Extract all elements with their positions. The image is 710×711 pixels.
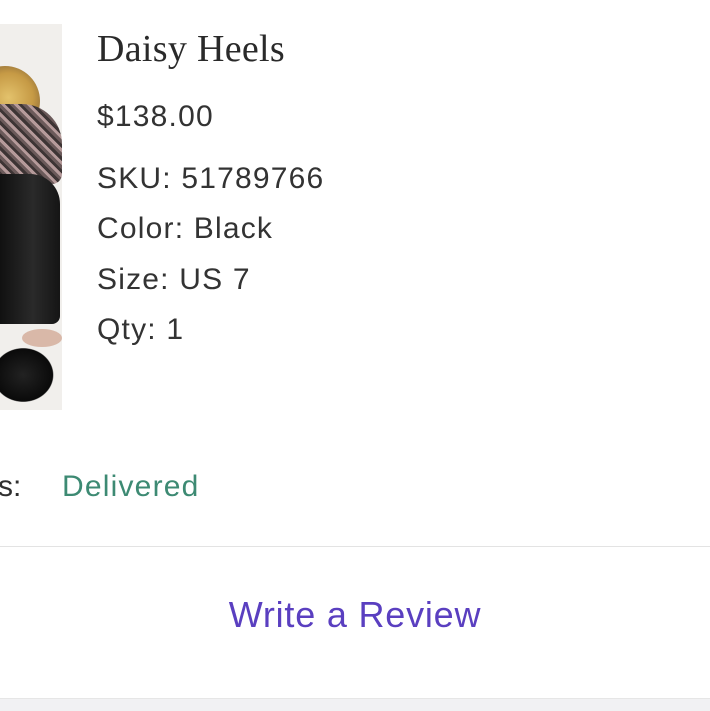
product-color: Color: Black [97, 212, 274, 245]
sweater-detail [0, 104, 62, 184]
product-qty: Qty: 1 [97, 313, 185, 346]
product-name: Daisy Heels [97, 28, 285, 70]
status-label: s: [0, 470, 22, 503]
product-image[interactable] [0, 24, 62, 410]
status-value: Delivered [62, 470, 200, 503]
write-review-button[interactable]: Write a Review [0, 594, 710, 636]
heel-detail [0, 344, 58, 406]
product-sku: SKU: 51789766 [97, 162, 325, 195]
product-size: Size: US 7 [97, 263, 251, 296]
product-price: $138.00 [97, 100, 214, 133]
legging-detail [0, 174, 60, 324]
divider [0, 546, 710, 547]
section-separator [0, 698, 710, 711]
